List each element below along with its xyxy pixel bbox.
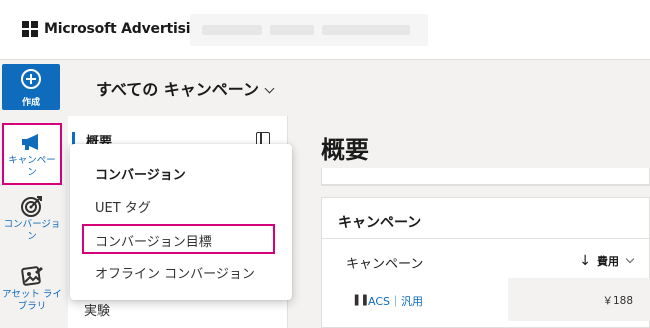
sort-column-label: 費用 bbox=[597, 255, 619, 268]
nav-item-campaigns[interactable]: キャンペーン bbox=[2, 123, 62, 185]
brand-logo[interactable]: Microsoft Advertising bbox=[22, 21, 210, 37]
pause-icon: ❚❚ bbox=[352, 293, 369, 306]
subnav-item-experiment[interactable]: 実験 bbox=[84, 300, 110, 319]
nav-label-conversions: コンバージョン bbox=[3, 219, 61, 242]
nav-label-asset-library: アセット ライブラリ bbox=[2, 289, 62, 312]
chevron-down-icon bbox=[264, 83, 275, 94]
left-nav: 作成 キャンペーン コンバージョン アセット ライブラリ bbox=[0, 60, 68, 328]
main-content: 概要 キャンペーン キャンペーン ↓ 費用 ❚❚ ACS｜汎用 ￥188 bbox=[289, 116, 650, 328]
menu-item-conversion-goals[interactable]: コンバージョン目標 bbox=[95, 231, 212, 250]
conversions-flyout-menu: コンバージョン UET タグ コンバージョン目標 オフライン コンバージョン bbox=[70, 144, 292, 300]
create-button[interactable]: 作成 bbox=[2, 64, 60, 110]
microsoft-logo-icon bbox=[22, 21, 38, 37]
menu-item-uet-tag[interactable]: UET タグ bbox=[95, 197, 151, 216]
menu-item-offline-conversions[interactable]: オフライン コンバージョン bbox=[95, 263, 255, 282]
megaphone-icon bbox=[22, 134, 38, 150]
plus-icon bbox=[21, 69, 41, 89]
flyout-title: コンバージョン bbox=[95, 168, 186, 183]
sort-down-arrow-icon: ↓ bbox=[579, 253, 591, 269]
target-icon bbox=[21, 196, 42, 217]
nav-item-asset-library[interactable]: アセット ライブラリ bbox=[2, 264, 62, 313]
account-selector[interactable] bbox=[190, 14, 428, 46]
chevron-down-icon bbox=[625, 254, 635, 264]
campaign-link[interactable]: ACS｜汎用 bbox=[368, 293, 423, 309]
top-bar: Microsoft Advertising bbox=[0, 0, 650, 60]
brand-name: Microsoft Advertising bbox=[44, 21, 210, 37]
asset-library-icon bbox=[21, 266, 43, 286]
nav-label-campaigns: キャンペーン bbox=[8, 155, 56, 178]
divider bbox=[322, 238, 650, 239]
campaign-card: キャンペーン キャンペーン ↓ 費用 ❚❚ ACS｜汎用 ￥188 bbox=[321, 197, 650, 328]
create-label: 作成 bbox=[21, 98, 40, 108]
page-scope-title: すべての キャンペーン bbox=[96, 80, 260, 99]
summary-card bbox=[321, 168, 650, 186]
page-title: 概要 bbox=[321, 136, 369, 164]
card-title: キャンペーン bbox=[338, 215, 422, 231]
cost-value: ￥188 bbox=[602, 295, 633, 307]
campaign-scope-selector[interactable]: すべての キャンペーン bbox=[96, 76, 275, 100]
column-header-campaign[interactable]: キャンペーン bbox=[346, 253, 423, 272]
nav-item-conversions[interactable]: コンバージョン bbox=[2, 194, 62, 243]
column-header-cost[interactable]: ↓ 費用 bbox=[579, 253, 635, 269]
